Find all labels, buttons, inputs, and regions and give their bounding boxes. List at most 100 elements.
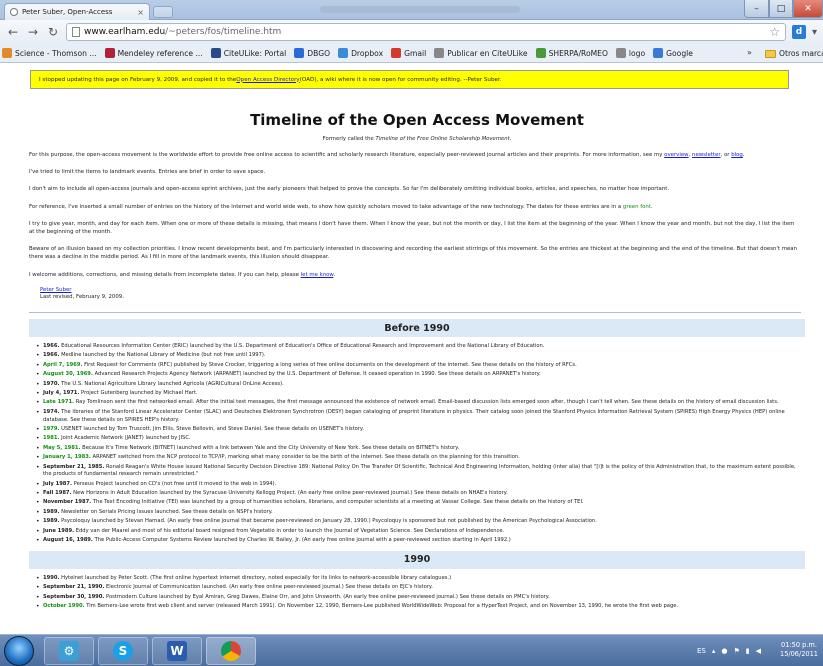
bookmark-item[interactable]: Dropbox (338, 48, 383, 58)
bookmark-favicon-icon (104, 48, 115, 58)
entry-date: October 1990. (43, 603, 85, 609)
taskbar-app-skype[interactable]: S (98, 637, 148, 665)
bookmarks-overflow-chevron[interactable]: » (747, 48, 752, 57)
entry-text: The libraries of the Stanford Linear Acc… (43, 408, 785, 423)
entry-text: Eddy van der Maarel and most of his edit… (75, 527, 505, 534)
chrome-icon (221, 641, 241, 661)
timeline-entry: 1974. The libraries of the Stanford Line… (36, 409, 796, 425)
bookmark-star-icon[interactable]: ☆ (769, 25, 780, 39)
entry-text: Electronic Journal of Communication laun… (106, 584, 433, 591)
start-button[interactable] (4, 636, 34, 666)
maximize-button[interactable]: □ (769, 0, 793, 18)
entry-date: July 4, 1971. (43, 389, 80, 396)
entry-text: Educational Resources Information Center… (61, 343, 545, 350)
intro-paragraph-6: Beware of an illusion based on my collec… (29, 246, 798, 261)
extension-d-icon[interactable]: d (791, 25, 806, 39)
link-overview[interactable]: overview (664, 152, 688, 158)
entry-date: November 1987. (43, 499, 92, 506)
reload-icon[interactable]: ↻ (46, 25, 60, 39)
timeline-entry: September 21, 1985. Ronald Reagan's Whit… (36, 464, 796, 480)
entry-text: Psycoloquy launched by Stevan Harnad. (A… (61, 518, 597, 525)
notice-text-post: (OAD), a wiki where it is now open for c… (299, 76, 502, 83)
entry-text: Newsletter on Serials Pricing Issues lau… (61, 508, 273, 515)
entry-date: June 1989. (43, 527, 75, 534)
bookmark-label: DBGO (307, 48, 331, 58)
section-heading-before-1990: Before 1990 (29, 319, 805, 338)
entry-date: September 30, 1990. (43, 593, 105, 600)
timeline-entry: May 5, 1981. Because It's Time Network (… (36, 445, 796, 453)
bookmark-favicon-icon (391, 48, 402, 58)
entry-date: Late 1971. (43, 399, 75, 406)
folder-icon (765, 49, 776, 58)
address-bar[interactable]: www.earlham.edu/~peters/fos/timeline.htm… (66, 23, 786, 41)
bookmark-item[interactable]: logo (615, 48, 645, 58)
bookmark-label: Dropbox (351, 48, 384, 58)
timeline-entry: 1970. The U.S. National Agriculture Libr… (36, 381, 796, 389)
timeline-entry: April 7, 1969. First Request for Comment… (36, 362, 796, 370)
bookmark-item[interactable]: Science - Thomson ... (2, 48, 97, 58)
browser-toolbar: ← → ↻ www.earlham.edu/~peters/fos/timeli… (0, 20, 823, 44)
wrench-menu-icon[interactable]: ▾ (812, 27, 817, 38)
taskbar-app-word[interactable]: W (152, 637, 202, 665)
link-blog[interactable]: blog (731, 152, 743, 158)
entry-date: August 30, 1969. (43, 371, 93, 378)
link-newsletter[interactable]: newsletter (692, 152, 721, 158)
back-arrow-icon[interactable]: ← (6, 25, 20, 39)
entry-text: Advanced Research Projects Agency Networ… (94, 371, 541, 378)
tab-active[interactable]: Peter Suber, Open-Access × (4, 3, 150, 20)
entry-text: The U.S. National Agriculture Library la… (61, 380, 284, 387)
intro-paragraph-5: I try to give year, month, and day for e… (29, 220, 795, 236)
timeline-entry: August 16, 1989. The Public-Access Compu… (36, 537, 796, 545)
language-indicator[interactable]: ES (697, 647, 706, 655)
clock[interactable]: 01:50 p.m. 15/06/2011 (780, 641, 818, 659)
page-title: Timeline of the Open Access Movement (250, 111, 584, 129)
new-tab-button[interactable] (153, 6, 173, 18)
network-app-icon: ⚙ (59, 641, 79, 661)
minimize-button[interactable]: – (744, 0, 769, 18)
author-link[interactable]: Peter Suber (40, 287, 805, 295)
bookmark-item[interactable]: DBGO (294, 48, 330, 58)
timeline-entry: 1989. Psycoloquy launched by Stevan Harn… (36, 518, 796, 526)
web-page-viewport[interactable]: I stopped updating this page on February… (0, 63, 823, 634)
entry-date: May 5, 1981. (43, 444, 81, 451)
bookmark-item[interactable]: Gmail (391, 48, 426, 58)
bookmark-item[interactable]: SHERPA/RoMEO (535, 48, 608, 58)
entry-text: Hytelnet launched by Peter Scott. (The f… (61, 574, 452, 581)
entry-text: Medline launched by the National Library… (61, 352, 266, 359)
bookmark-label: Publicar en CiteULike (447, 48, 528, 58)
network-signal-icon[interactable]: ▮ (746, 647, 750, 655)
forward-arrow-icon[interactable]: → (26, 25, 40, 39)
timeline-entry: August 30, 1969. Advanced Research Proje… (36, 371, 796, 379)
bookmark-item[interactable]: CiteULike: Portal (210, 48, 286, 58)
page-subtitle: Formerly called the Timeline of the Free… (322, 136, 512, 142)
close-window-button[interactable]: ✕ (793, 0, 823, 18)
entry-text: New Horizons in Adult Education launched… (73, 490, 508, 497)
other-bookmarks-folder[interactable]: Otros marcado (762, 44, 823, 62)
entry-text: The Text Encoding Initiative (TEI) was l… (92, 499, 584, 506)
notice-link-oad[interactable]: Open Access Directory (236, 77, 299, 83)
entry-date: Fall 1987. (43, 490, 72, 497)
tab-close-icon[interactable]: × (137, 8, 144, 17)
bookmark-favicon-icon (653, 48, 664, 58)
entry-text: Perseus Project launched on CD's (not fr… (73, 480, 277, 487)
intro-paragraph-4: For reference, I've inserted a small num… (29, 203, 653, 210)
bookmark-item[interactable]: Publicar en CiteULike (434, 48, 528, 58)
bookmark-item[interactable]: Google (653, 48, 693, 58)
entry-date: July 1987. (43, 480, 72, 487)
entry-text: Because It's Time Network (BITNET) launc… (82, 444, 460, 451)
tray-app-icon[interactable]: ● (721, 647, 727, 655)
tray-expand-icon[interactable]: ▴ (712, 647, 716, 655)
tray-flag-icon[interactable]: ⚑ (734, 647, 740, 655)
entry-date: April 7, 1969. (43, 361, 83, 368)
timeline-entry: 1989. Newsletter on Serials Pricing Issu… (36, 509, 796, 517)
taskbar-app-network[interactable]: ⚙ (44, 637, 94, 665)
timeline-entry: November 1987. The Text Encoding Initiat… (36, 499, 796, 507)
entry-date: September 21, 1985. (43, 463, 105, 470)
timeline-entry: July 1987. Perseus Project launched on C… (36, 481, 796, 489)
volume-icon[interactable]: ◀ (756, 647, 761, 655)
link-let-me-know[interactable]: let me know (301, 272, 334, 278)
taskbar-app-chrome[interactable] (206, 637, 256, 665)
entry-date: 1989. (43, 518, 60, 525)
timeline-entry: 1990. Hytelnet launched by Peter Scott. … (36, 575, 796, 583)
bookmark-item[interactable]: Mendeley reference ... (104, 48, 203, 58)
